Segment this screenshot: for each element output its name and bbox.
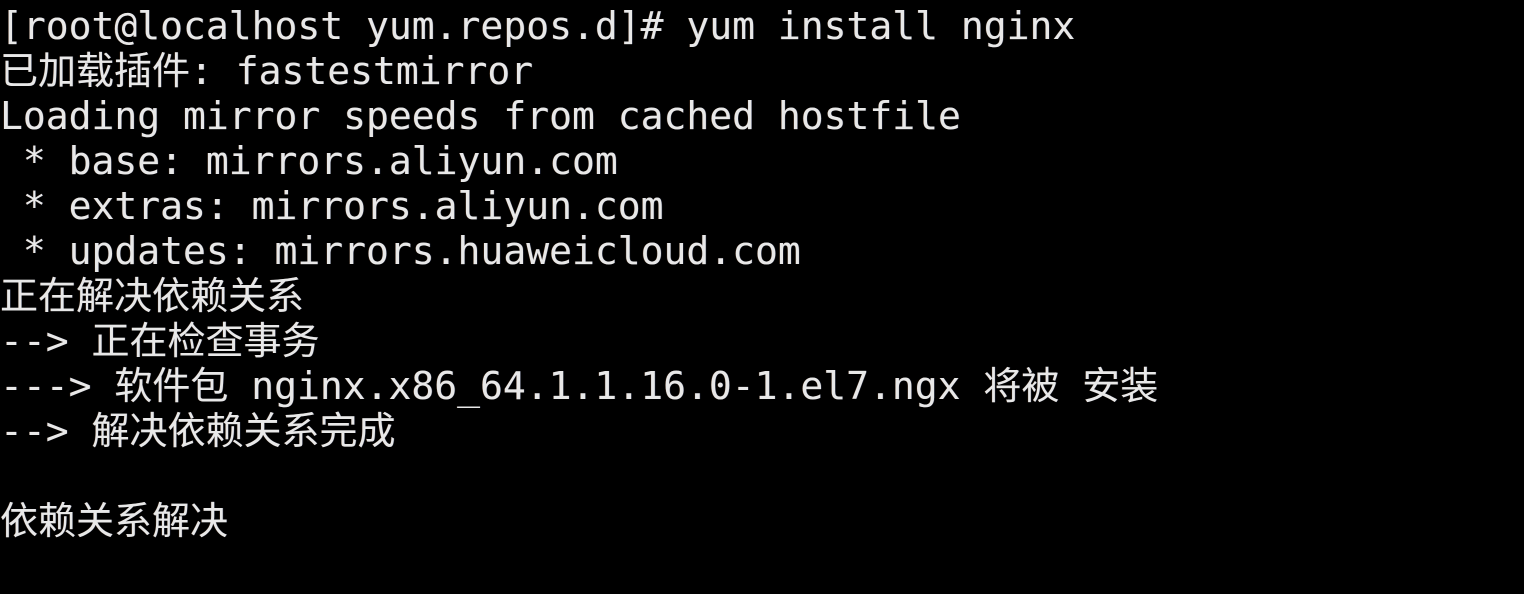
terminal-line-repo-base: * base: mirrors.aliyun.com: [0, 139, 618, 183]
terminal-line-blank-separator: [0, 454, 1524, 499]
terminal-screen[interactable]: [root@localhost yum.repos.d]# yum instal…: [0, 0, 1524, 594]
terminal-line-repo-updates: * updates: mirrors.huaweicloud.com: [0, 229, 801, 273]
terminal-line-resolving-dependencies: 正在解决依赖关系: [0, 274, 305, 318]
terminal-line-repo-extras: * extras: mirrors.aliyun.com: [0, 184, 664, 228]
terminal-line-checking-transaction: --> 正在检查事务: [0, 319, 320, 363]
terminal-line-loading-mirror-speeds: Loading mirror speeds from cached hostfi…: [0, 94, 961, 138]
terminal-line-package-to-install: ---> 软件包 nginx.x86_64.1.1.16.0-1.el7.ngx…: [0, 364, 1159, 408]
terminal-line-prompt-command: [root@localhost yum.repos.d]# yum instal…: [0, 4, 1076, 48]
terminal-line-dependencies-resolved: 依赖关系解决: [0, 499, 229, 543]
terminal-line-plugins-loaded: 已加载插件: fastestmirror: [0, 49, 534, 93]
terminal-line-dependency-resolution-finished: --> 解决依赖关系完成: [0, 409, 396, 453]
